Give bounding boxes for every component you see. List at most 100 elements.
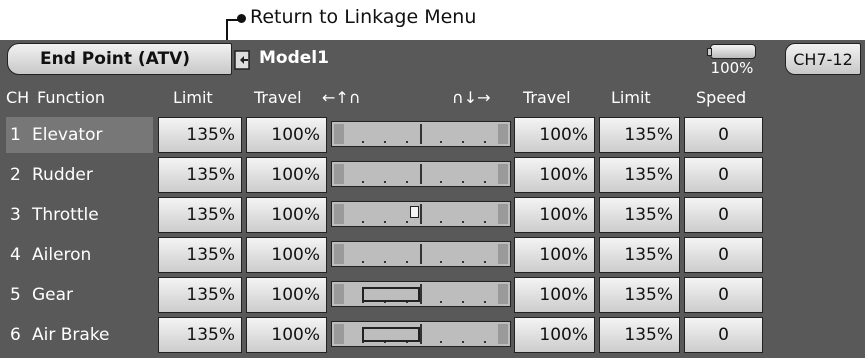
travel-left-button[interactable]: 100% (246, 117, 327, 153)
battery-icon (707, 44, 756, 59)
bar-tick (440, 181, 442, 183)
bar-end-left (334, 284, 344, 304)
bar-tick (362, 141, 364, 143)
speed-button[interactable]: 0 (684, 197, 763, 233)
bar-end-left (334, 204, 344, 224)
bar-end-right (498, 324, 508, 344)
travel-bar (331, 121, 511, 147)
bar-end-left (334, 164, 344, 184)
end-point-title-button[interactable]: End Point (ATV) (7, 43, 232, 75)
limit-left-button[interactable]: 135% (158, 277, 242, 313)
battery-percent: 100% (710, 59, 754, 77)
header-travel-right: Travel (523, 88, 571, 107)
channel-row: 1 Elevator 135% 100% 100% 135% 0 (0, 115, 865, 155)
travel-bar (331, 321, 511, 347)
limit-left-button[interactable]: 135% (158, 197, 242, 233)
speed-button[interactable]: 0 (684, 157, 763, 193)
bar-tick (462, 141, 464, 143)
limit-left-button[interactable]: 135% (158, 237, 242, 273)
function-name[interactable]: 6 Air Brake (6, 317, 153, 353)
limit-right-button[interactable]: 135% (599, 117, 680, 153)
function-label: Throttle (32, 205, 99, 225)
header-arrows-right: ∩↓→ (452, 88, 491, 107)
limit-left-button[interactable]: 135% (158, 317, 242, 353)
limit-right-button[interactable]: 135% (599, 237, 680, 273)
annotation-bracket (226, 19, 238, 41)
channel-number: 5 (10, 285, 21, 305)
travel-left-button[interactable]: 100% (246, 157, 327, 193)
bar-end-right (498, 164, 508, 184)
travel-right-button[interactable]: 100% (514, 317, 595, 353)
function-name[interactable]: 4 Aileron (6, 237, 153, 273)
channel-number: 4 (10, 245, 21, 265)
transmitter-screen: End Point (ATV) Model1 100% CH7-12 CH Fu… (0, 40, 865, 358)
function-name[interactable]: 3 Throttle (6, 197, 153, 233)
channel-page-button[interactable]: CH7-12 (785, 43, 861, 75)
header-travel-left: Travel (254, 88, 302, 107)
travel-left-button[interactable]: 100% (246, 277, 327, 313)
channel-row: 5 Gear 135% 100% 100% 135% 0 (0, 275, 865, 315)
travel-left-button[interactable]: 100% (246, 237, 327, 273)
bar-tick (406, 221, 408, 223)
bar-tick (406, 261, 408, 263)
function-label: Elevator (32, 125, 103, 145)
position-range (362, 287, 420, 302)
position-cursor (410, 206, 419, 218)
bar-end-left (334, 124, 344, 144)
top-bar: End Point (ATV) Model1 100% CH7-12 (0, 40, 865, 86)
travel-right-button[interactable]: 100% (514, 277, 595, 313)
bar-center-line (420, 164, 422, 184)
function-name[interactable]: 1 Elevator (6, 117, 153, 153)
channel-row: 6 Air Brake 135% 100% 100% 135% 0 (0, 315, 865, 355)
bar-end-left (334, 244, 344, 264)
function-label: Gear (32, 285, 74, 305)
bar-end-right (498, 204, 508, 224)
limit-right-button[interactable]: 135% (599, 157, 680, 193)
bar-tick (462, 181, 464, 183)
bar-tick (484, 221, 486, 223)
limit-right-button[interactable]: 135% (599, 317, 680, 353)
function-name[interactable]: 5 Gear (6, 277, 153, 313)
function-label: Rudder (32, 165, 93, 185)
limit-right-button[interactable]: 135% (599, 197, 680, 233)
bar-end-left (334, 324, 344, 344)
channel-row: 3 Throttle 135% 100% 100% 135% 0 (0, 195, 865, 235)
bar-tick (384, 141, 386, 143)
travel-right-button[interactable]: 100% (514, 117, 595, 153)
bar-tick (406, 141, 408, 143)
bar-tick (462, 341, 464, 343)
bar-center-line (420, 284, 422, 304)
travel-left-button[interactable]: 100% (246, 197, 327, 233)
speed-button[interactable]: 0 (684, 117, 763, 153)
bar-end-right (498, 124, 508, 144)
return-annotation: Return to Linkage Menu (226, 0, 626, 41)
travel-bar (331, 201, 511, 227)
bar-tick (484, 341, 486, 343)
bar-tick (484, 141, 486, 143)
travel-right-button[interactable]: 100% (514, 197, 595, 233)
limit-left-button[interactable]: 135% (158, 157, 242, 193)
header-speed: Speed (696, 88, 747, 107)
limit-left-button[interactable]: 135% (158, 117, 242, 153)
travel-right-button[interactable]: 100% (514, 157, 595, 193)
bar-tick (384, 261, 386, 263)
bar-center-line (420, 204, 422, 224)
model-name: Model1 (259, 48, 329, 68)
header-ch: CH (6, 88, 30, 107)
travel-right-button[interactable]: 100% (514, 237, 595, 273)
header-limit-right: Limit (611, 88, 651, 107)
annotation-bullet (237, 14, 246, 23)
bar-tick (362, 181, 364, 183)
function-name[interactable]: 2 Rudder (6, 157, 153, 193)
travel-bar (331, 241, 511, 267)
speed-button[interactable]: 0 (684, 237, 763, 273)
travel-left-button[interactable]: 100% (246, 317, 327, 353)
bar-tick (440, 341, 442, 343)
bar-tick (484, 261, 486, 263)
travel-bar (331, 161, 511, 187)
limit-right-button[interactable]: 135% (599, 277, 680, 313)
speed-button[interactable]: 0 (684, 317, 763, 353)
bar-tick (384, 181, 386, 183)
return-icon[interactable] (233, 49, 253, 71)
speed-button[interactable]: 0 (684, 277, 763, 313)
